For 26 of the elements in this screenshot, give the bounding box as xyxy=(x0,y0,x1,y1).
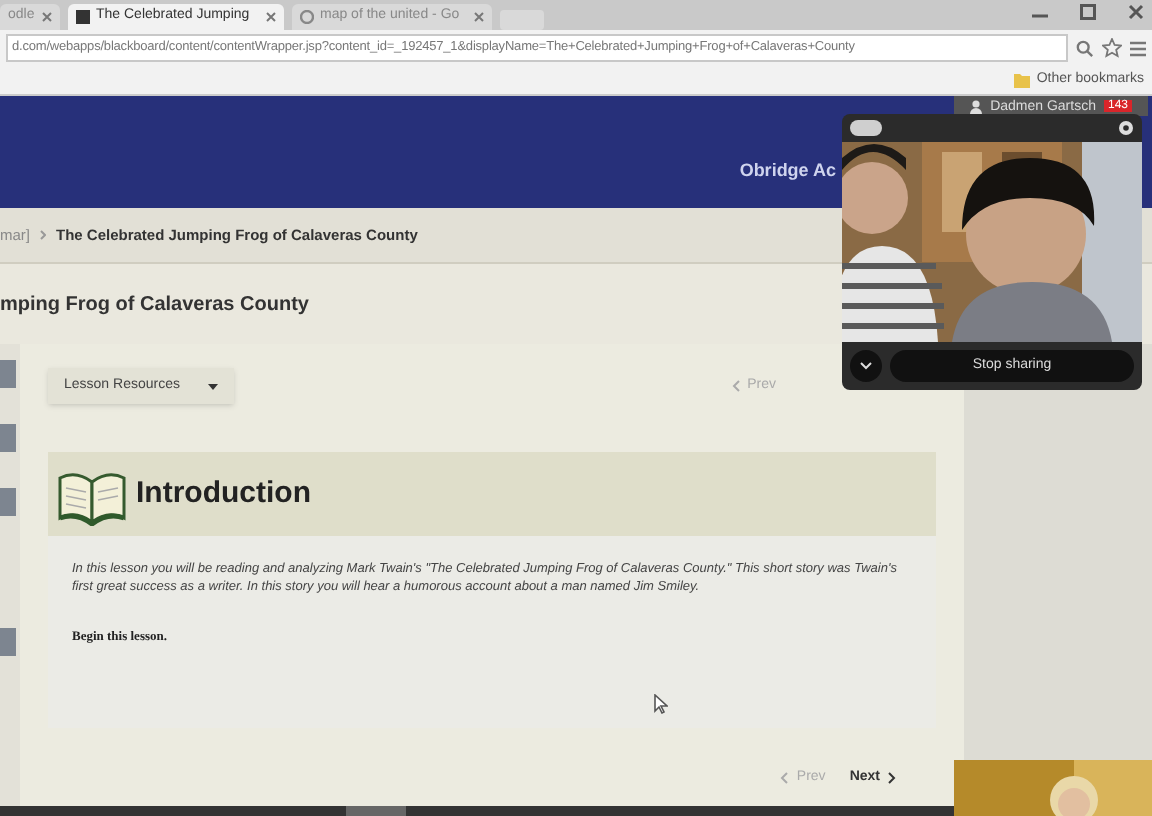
chevron-right-icon xyxy=(40,230,46,240)
favicon-icon xyxy=(300,10,314,24)
settings-icon[interactable] xyxy=(1118,120,1134,136)
chevron-down-icon xyxy=(860,362,872,370)
chevron-left-icon xyxy=(731,380,740,392)
close-icon[interactable] xyxy=(1128,4,1144,20)
folder-icon xyxy=(1014,73,1031,87)
chevron-left-icon xyxy=(780,772,789,785)
chevron-right-icon xyxy=(888,772,896,785)
close-tab-icon[interactable] xyxy=(266,12,276,22)
nav-tab[interactable]: Obridge Ac xyxy=(739,157,836,184)
search-icon[interactable] xyxy=(1076,39,1094,57)
section-heading: Introduction xyxy=(136,473,311,514)
star-icon[interactable] xyxy=(1102,38,1122,58)
favicon-icon xyxy=(76,10,90,24)
menu-icon[interactable] xyxy=(1130,39,1146,57)
page-title: mping Frog of Calaveras County xyxy=(0,291,309,319)
expand-button[interactable] xyxy=(850,350,882,382)
person-icon xyxy=(970,99,983,113)
cloud-logo-icon xyxy=(850,120,882,136)
dropdown-caret-icon xyxy=(207,383,218,389)
toolbar-handle[interactable] xyxy=(346,806,406,816)
close-tab-icon[interactable] xyxy=(42,12,52,22)
close-tab-icon[interactable] xyxy=(474,12,484,22)
maximize-icon[interactable] xyxy=(1080,4,1096,20)
cursor-icon xyxy=(654,694,668,714)
